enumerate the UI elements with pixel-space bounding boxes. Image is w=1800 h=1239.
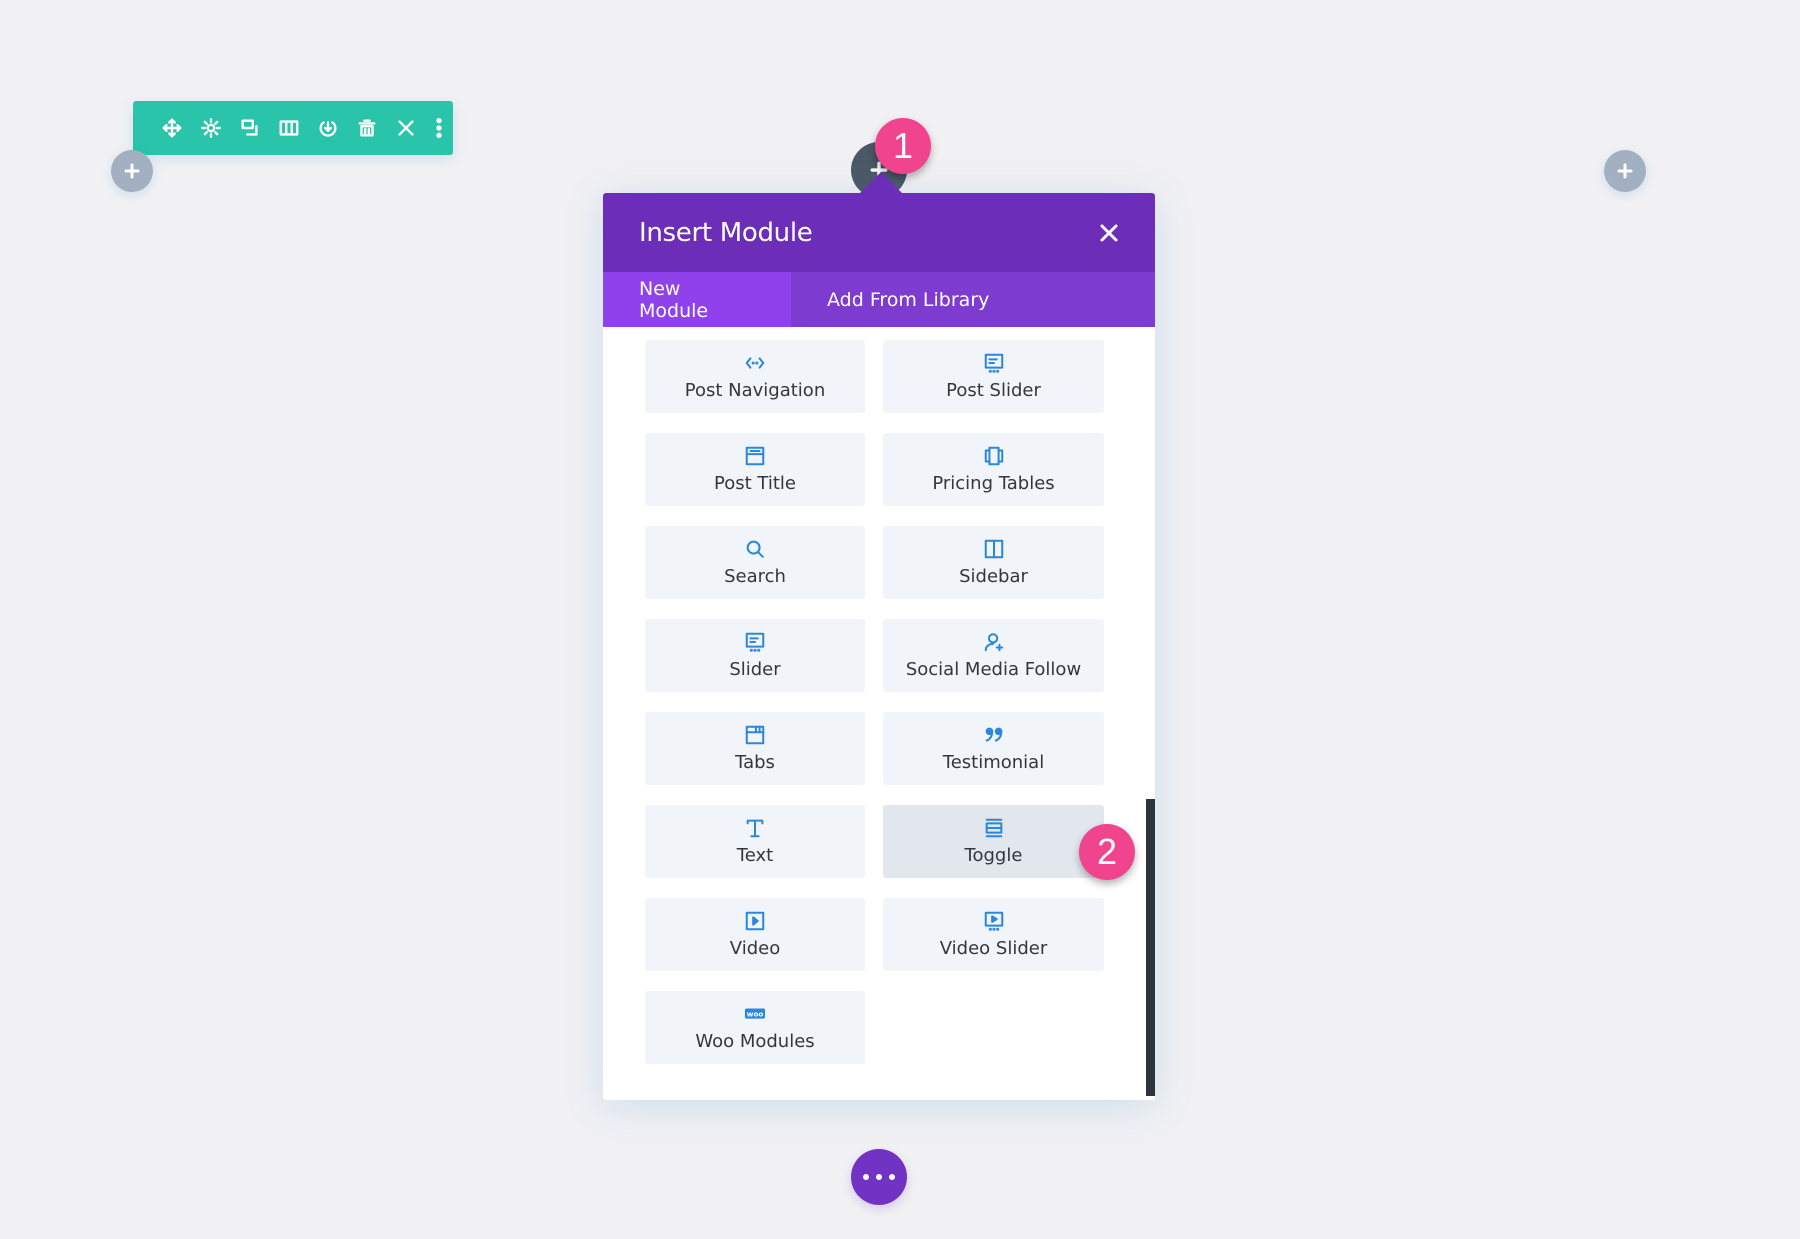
module-label: Pricing Tables: [932, 473, 1055, 494]
module-label: Video Slider: [939, 938, 1048, 959]
module-slider[interactable]: Slider: [645, 619, 865, 692]
module-label: Toggle: [964, 845, 1023, 866]
testimonial-icon: [985, 727, 1002, 742]
module-post-title[interactable]: Post Title: [645, 433, 865, 506]
post-slider-icon: [984, 353, 1003, 373]
modal-close-button[interactable]: [1097, 221, 1121, 245]
tabs-icon: [745, 725, 765, 745]
slider-icon: [745, 632, 765, 652]
module-woo-modules[interactable]: woo Woo Modules: [645, 991, 865, 1064]
module-video-slider[interactable]: Video Slider: [883, 898, 1104, 971]
module-label: Video: [729, 938, 781, 959]
dot-icon: [876, 1174, 882, 1180]
svg-text:woo: woo: [747, 1009, 764, 1018]
page-settings-more-button[interactable]: [851, 1149, 907, 1205]
modal-header: Insert Module: [603, 193, 1155, 272]
module-label: Tabs: [735, 752, 775, 773]
save-to-library-icon[interactable]: [309, 101, 348, 155]
module-text[interactable]: Text: [645, 805, 865, 878]
delete-icon[interactable]: [347, 101, 386, 155]
module-sidebar[interactable]: Sidebar: [883, 526, 1104, 599]
row-toolbar: [133, 101, 453, 155]
module-label: Woo Modules: [695, 1031, 815, 1052]
module-pricing-tables[interactable]: Pricing Tables: [883, 433, 1104, 506]
step-badge-1: 1: [875, 118, 931, 174]
modal-title: Insert Module: [639, 217, 813, 248]
module-label: Search: [724, 566, 786, 587]
social-media-follow-icon: [984, 633, 1003, 652]
module-label: Social Media Follow: [905, 659, 1082, 680]
module-label: Text: [736, 845, 774, 866]
step-badge-2: 2: [1079, 824, 1135, 880]
modal-tabs: New Module Add From Library: [603, 272, 1155, 327]
module-post-slider[interactable]: Post Slider: [883, 340, 1104, 413]
dot-icon: [863, 1174, 869, 1180]
plus-icon: [1617, 163, 1633, 179]
modal-pointer: [859, 172, 903, 194]
settings-icon[interactable]: [192, 101, 231, 155]
module-testimonial[interactable]: Testimonial: [883, 712, 1104, 785]
module-label: Sidebar: [959, 566, 1028, 587]
module-post-navigation[interactable]: Post Navigation: [645, 340, 865, 413]
pricing-tables-icon: [984, 446, 1003, 466]
dot-icon: [889, 1174, 895, 1180]
add-column-right-button[interactable]: [1604, 150, 1646, 192]
add-column-left-button[interactable]: [111, 150, 153, 192]
module-grid: Post Navigation Post Slider Post Title P…: [645, 340, 1105, 1064]
text-icon: [746, 819, 764, 838]
module-tabs[interactable]: Tabs: [645, 712, 865, 785]
close-icon[interactable]: [386, 101, 425, 155]
duplicate-icon[interactable]: [231, 101, 270, 155]
close-icon: [1100, 224, 1118, 241]
tab-new-module[interactable]: New Module: [603, 272, 791, 327]
columns-icon[interactable]: [270, 101, 309, 155]
module-label: Testimonial: [942, 752, 1045, 773]
woo-icon: woo: [744, 1008, 766, 1019]
post-navigation-icon: [745, 357, 765, 369]
module-search[interactable]: Search: [645, 526, 865, 599]
more-icon[interactable]: [425, 101, 453, 155]
module-label: Slider: [729, 659, 781, 680]
module-video[interactable]: Video: [645, 898, 865, 971]
modal-scrollbar[interactable]: [1146, 799, 1155, 1096]
tab-add-from-library[interactable]: Add From Library: [791, 272, 1025, 327]
plus-icon: [124, 163, 140, 179]
toggle-icon: [985, 818, 1002, 838]
sidebar-icon: [984, 539, 1003, 559]
search-icon: [746, 540, 764, 558]
move-icon[interactable]: [153, 101, 192, 155]
post-title-icon: [745, 446, 765, 466]
insert-module-modal: Insert Module New Module Add From Librar…: [603, 193, 1155, 1100]
module-label: Post Slider: [946, 380, 1041, 401]
module-toggle[interactable]: Toggle: [883, 805, 1104, 878]
module-label: Post Title: [714, 473, 796, 494]
module-label: Post Navigation: [684, 380, 826, 401]
module-social-media-follow[interactable]: Social Media Follow: [883, 619, 1104, 692]
video-icon: [745, 911, 765, 931]
video-slider-icon: [984, 911, 1003, 931]
